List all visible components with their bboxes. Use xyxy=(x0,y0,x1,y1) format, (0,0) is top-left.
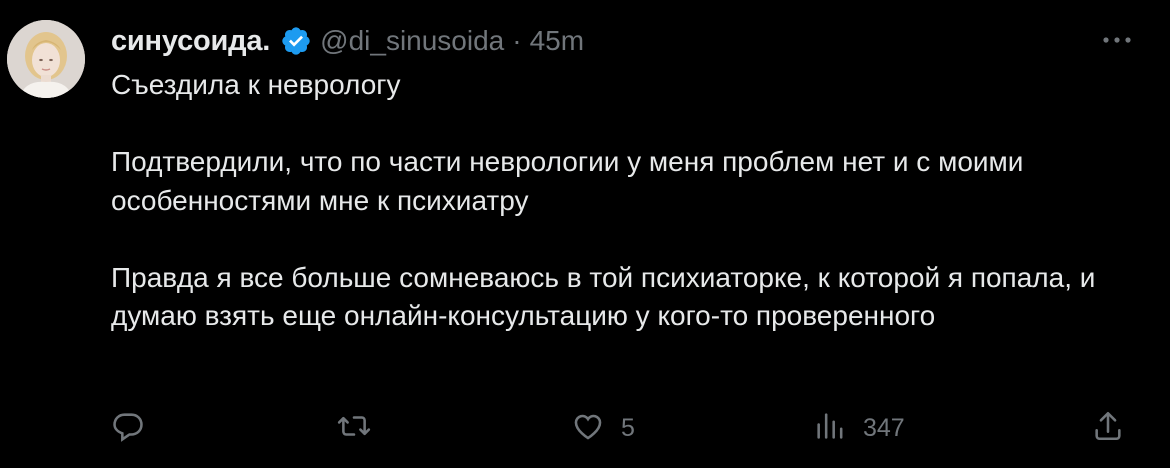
avatar[interactable] xyxy=(7,20,85,98)
tweet[interactable]: синусоида. @di_sinusoida · 45m Съездила … xyxy=(0,0,1170,468)
paragraph-spacer xyxy=(111,105,1141,144)
views-chart-icon xyxy=(813,409,847,448)
tweet-paragraph: Правда я все больше сомневаюсь в той пси… xyxy=(111,261,1104,332)
separator-dot: · xyxy=(512,25,522,56)
verified-badge-icon xyxy=(280,25,312,57)
tweet-actions: 5 347 xyxy=(111,408,1131,448)
share-icon xyxy=(1091,409,1125,448)
tweet-text: Съездила к неврологу Подтвердили, что по… xyxy=(111,66,1141,336)
user-handle[interactable]: @di_sinusoida xyxy=(320,25,504,57)
like-count: 5 xyxy=(621,413,635,442)
views-button[interactable]: 347 xyxy=(813,408,905,448)
share-button[interactable] xyxy=(1091,408,1125,448)
heart-icon xyxy=(571,409,605,448)
more-horizontal-icon[interactable] xyxy=(1100,28,1134,52)
reply-button[interactable] xyxy=(111,408,145,448)
timestamp[interactable]: 45m xyxy=(530,25,584,57)
tweet-header: синусоида. @di_sinusoida · 45m xyxy=(111,22,584,60)
reply-icon xyxy=(111,409,145,448)
tweet-paragraph: Съездила к неврологу xyxy=(111,69,401,100)
like-button[interactable]: 5 xyxy=(571,408,635,448)
retweet-button[interactable] xyxy=(337,408,371,448)
views-count: 347 xyxy=(863,413,905,442)
tweet-paragraph: Подтвердили, что по части неврологии у м… xyxy=(111,146,1032,216)
paragraph-spacer xyxy=(111,220,1141,259)
display-name[interactable]: синусоида. xyxy=(111,25,270,58)
retweet-icon xyxy=(337,409,371,448)
